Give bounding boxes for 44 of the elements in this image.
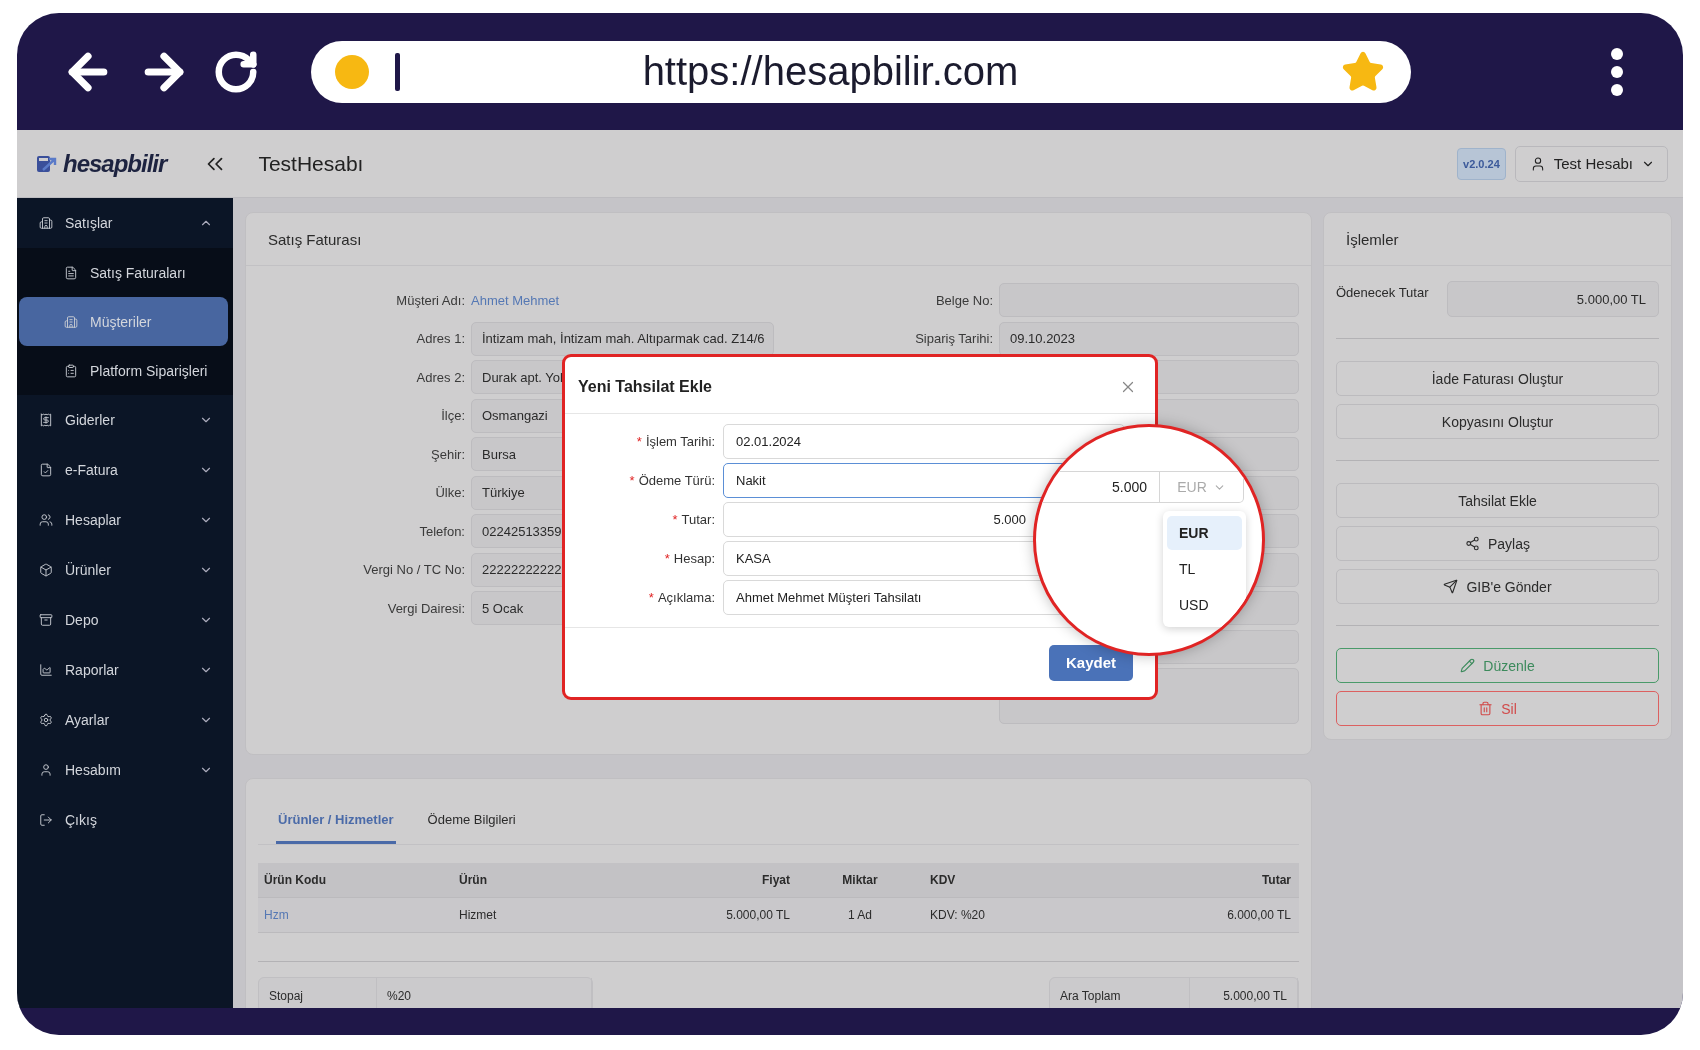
required-mark: * [648, 590, 654, 605]
field-label: Ödenecek Tutar [1336, 284, 1429, 300]
page-title: TestHesabı [258, 151, 364, 176]
card-title: İşlemler [1346, 230, 1399, 248]
field-label: Belge No: [934, 292, 993, 308]
required-mark: * [629, 473, 635, 488]
amount-field: 5.000,00 TL [1447, 281, 1659, 317]
version-badge: v2.0.24 [1457, 147, 1506, 180]
summary-label: Ara Toplam [1050, 978, 1190, 1008]
field-label: Adres 2: [415, 369, 465, 385]
field-label: Tutar: [681, 512, 715, 527]
field-label: Sipariş Tarihi: [914, 331, 993, 346]
field-label: Vergi No / TC No: [362, 562, 465, 577]
summary-value: %20 [377, 978, 592, 1008]
summary-value: 5.000,00 TL [1190, 978, 1298, 1008]
field-label: Müşteri Adı: [395, 292, 465, 308]
field-label: Ülke: [434, 485, 465, 500]
column-header: Tutar [1260, 873, 1291, 887]
required-mark: * [636, 434, 642, 449]
table-cell-text: 1 Ad [847, 908, 873, 922]
card-title: Satış Faturası [268, 230, 362, 248]
column-header: Miktar [841, 873, 879, 887]
field-label: Hesap: [673, 551, 715, 566]
required-mark: * [664, 551, 670, 566]
table-cell-text: 6.000,00 TL [1226, 908, 1291, 922]
required-mark: * [672, 512, 678, 527]
column-header: Ürün [459, 873, 488, 887]
summary-label: Stopaj [259, 978, 377, 1008]
field-label: Ödeme Türü: [638, 473, 715, 488]
field-label: Vergi Dairesi: [386, 600, 465, 616]
field-label: Açıklama: [657, 590, 715, 605]
table-cell-text: KDV: %20 [930, 908, 986, 922]
column-header: KDV [930, 873, 957, 887]
logo-text: hesapbilir [63, 149, 167, 178]
column-header: Fiyat [761, 873, 790, 887]
field-label: İşlem Tarihi: [645, 434, 715, 449]
column-header: Ürün Kodu [264, 873, 327, 887]
field-label: Telefon: [418, 523, 465, 539]
field-label: Şehir: [430, 446, 465, 462]
dialog-title: Yeni Tahsilat Ekle [578, 378, 712, 396]
table-cell-text: 5.000,00 TL [725, 908, 790, 922]
field-label: Adres 1: [415, 331, 465, 346]
field-label: İlçe: [440, 408, 465, 423]
table-cell-text: Hizmet [459, 908, 498, 922]
